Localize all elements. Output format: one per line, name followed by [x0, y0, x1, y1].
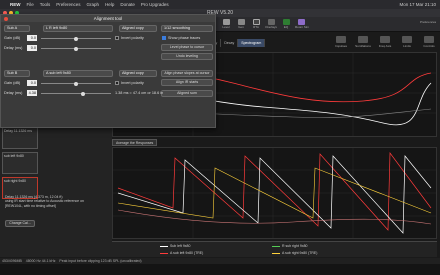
legend-swatch: [160, 245, 168, 248]
tab-decay[interactable]: Decay: [221, 39, 239, 47]
impulses-icon: [336, 36, 346, 43]
phase-plot[interactable]: [112, 147, 437, 239]
row1-measurement-select[interactable]: L R left 9x80: [43, 25, 113, 32]
preferences-button[interactable]: Preferences: [420, 20, 436, 24]
rta-button[interactable]: RTA: [250, 19, 262, 29]
row2-invert-label: Invert polarity: [121, 81, 144, 85]
overlays-button[interactable]: Overlays: [265, 19, 277, 29]
legend-item[interactable]: R sub right 9x80: [272, 244, 308, 249]
legend-swatch: [272, 245, 280, 248]
measurement-detail: Delay 11.1326 ms (4.373 m, 12.04 ft) usi…: [5, 195, 84, 208]
legend-swatch: [272, 252, 280, 255]
row2-delay-label: Delay (ms): [4, 91, 23, 95]
row2-delay-field[interactable]: 4.38: [27, 90, 37, 96]
alignment-title-bar: Alignment tool: [1, 15, 215, 22]
impulses-tool[interactable]: Impulses: [332, 36, 350, 49]
row2-aligned-copy-button[interactable]: Aligned copy: [119, 70, 157, 77]
freq-axis-icon: [380, 36, 390, 43]
delay-note: 1.38 ms = 47.4 cm or 18.6 in: [115, 91, 164, 95]
close-dialog-button[interactable]: [4, 16, 8, 21]
row1-delay-field[interactable]: 0.0: [27, 45, 37, 51]
clip-status: Peak input before clipping 123 dB SPL (u…: [59, 259, 142, 263]
eq-button[interactable]: EQ: [280, 19, 292, 29]
trace-legend: Sub left 9x80 A sub left 9x80 (TRE) R su…: [112, 241, 437, 257]
row1-gain-field[interactable]: 0.0: [27, 35, 37, 41]
row1-gain-label: Gain (dB): [4, 36, 21, 40]
smoothing-select[interactable]: 1/12 smoothing: [161, 25, 213, 32]
sum-icon: [358, 36, 368, 43]
row2-gain-field[interactable]: 0.0: [27, 80, 37, 86]
limits-icon: [402, 36, 412, 43]
align-phase-slopes-button[interactable]: Align phase slopes at cursor: [161, 70, 213, 77]
memory-status: 453/4096MB: [2, 259, 22, 263]
gen-button[interactable]: Gen: [235, 19, 247, 29]
row1-selector[interactable]: Sub A: [4, 25, 30, 32]
freq-axis-tool[interactable]: Freq Axis: [376, 36, 394, 49]
limits-tool[interactable]: Limits: [398, 36, 416, 49]
show-phase-label: Show phase traces: [168, 36, 201, 40]
legend-item[interactable]: Sub left 9x80: [160, 244, 190, 249]
menu-help[interactable]: Help: [105, 2, 114, 7]
row2-gain-slider[interactable]: [41, 81, 111, 86]
row2-invert-checkbox[interactable]: [115, 81, 119, 85]
level-button[interactable]: Level: [220, 19, 232, 29]
row1-delay-label: Delay (ms): [4, 46, 23, 50]
row1-invert-label: Invert polarity: [121, 36, 144, 40]
legend-item[interactable]: A sub right 9x80 (TRE): [272, 251, 317, 256]
controls-icon: [424, 36, 434, 43]
phase-traces: [113, 148, 436, 238]
menu-donate[interactable]: Donate: [120, 2, 135, 7]
change-cal-button[interactable]: Change Cal...: [5, 220, 35, 227]
row1-invert-checkbox[interactable]: [115, 36, 119, 40]
level-phase-button[interactable]: Level phase to cursor: [161, 44, 213, 51]
menu-tools[interactable]: Tools: [40, 2, 51, 7]
row2-selector[interactable]: Sub B: [4, 70, 30, 77]
row2-gain-label: Gain (dB): [4, 81, 21, 85]
menu-file[interactable]: File: [27, 2, 34, 7]
room-sim-button[interactable]: Room Sim: [295, 19, 309, 29]
clock: Mon 17 Mar 21:10: [399, 2, 436, 7]
row2-measurement-select[interactable]: A sub left 9x80: [43, 70, 113, 77]
row1-delay-slider[interactable]: [41, 46, 111, 51]
legend-swatch: [160, 252, 168, 255]
menu-graph[interactable]: Graph: [87, 2, 100, 7]
show-phase-checkbox[interactable]: [162, 36, 166, 40]
tab-spectrogram[interactable]: Spectrogram: [238, 39, 266, 47]
dock: [0, 264, 440, 275]
controls-tool[interactable]: Controls: [420, 36, 438, 49]
sumflations-tool[interactable]: Sumflations: [354, 36, 372, 49]
phase-red: [117, 151, 432, 231]
aligned-sum-button[interactable]: Aligned sum: [161, 90, 213, 97]
legend-item[interactable]: A sub left 9x80 (TRE): [160, 251, 203, 256]
samplerate-status: 48000 Hz 44.1 kHz: [25, 259, 56, 263]
app-menu[interactable]: REW: [10, 2, 21, 7]
alignment-tool-dialog: Alignment tool Sub A L R left 9x80 Align…: [0, 14, 216, 128]
measurement-1[interactable]: Delay 11.1326 ms: [2, 127, 38, 149]
undo-leveling-button[interactable]: Undo leveling: [161, 53, 213, 60]
average-responses-button[interactable]: Average the Responses: [112, 139, 158, 146]
menu-pro-upgrades[interactable]: Pro Upgrades: [141, 2, 169, 7]
measurement-2[interactable]: sub left 9x80: [2, 152, 38, 174]
menu-bar: REW File Tools Preferences Graph Help Do…: [0, 0, 440, 9]
align-ir-starts-button[interactable]: Align IR starts: [161, 79, 213, 86]
row1-gain-slider[interactable]: [41, 36, 111, 41]
menu-preferences[interactable]: Preferences: [56, 2, 80, 7]
row2-delay-slider[interactable]: [41, 91, 111, 96]
graph-tools: Impulses Sumflations Freq Axis Limits Co…: [332, 36, 438, 49]
row1-aligned-copy-button[interactable]: Aligned copy: [119, 25, 157, 32]
